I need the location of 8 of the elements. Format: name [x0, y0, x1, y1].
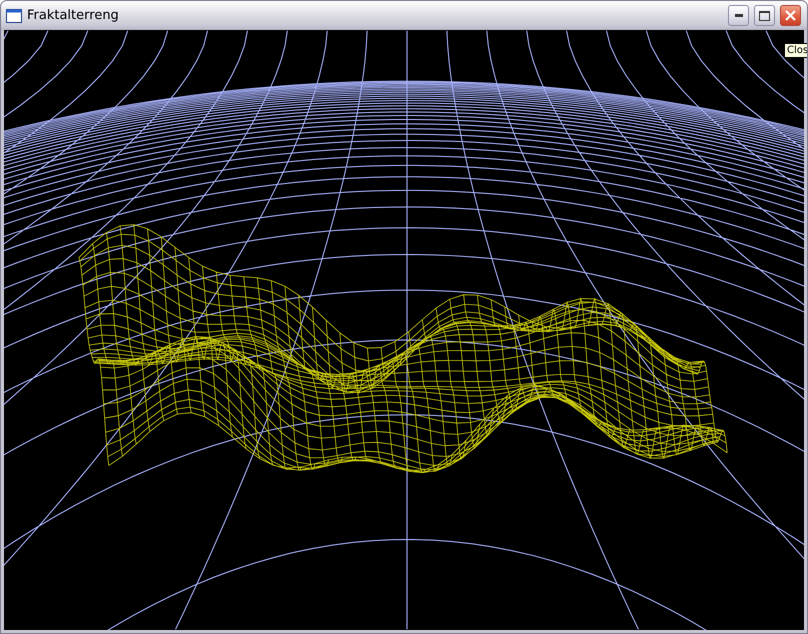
close-button[interactable]: [780, 5, 801, 26]
maximize-button[interactable]: [754, 5, 775, 26]
minimize-button[interactable]: [728, 5, 749, 26]
window-title: Fraktalterreng: [27, 8, 120, 23]
maximize-icon: [759, 10, 770, 20]
minimize-icon: [734, 14, 742, 17]
close-icon: [785, 10, 796, 21]
window-icon: [6, 8, 22, 22]
